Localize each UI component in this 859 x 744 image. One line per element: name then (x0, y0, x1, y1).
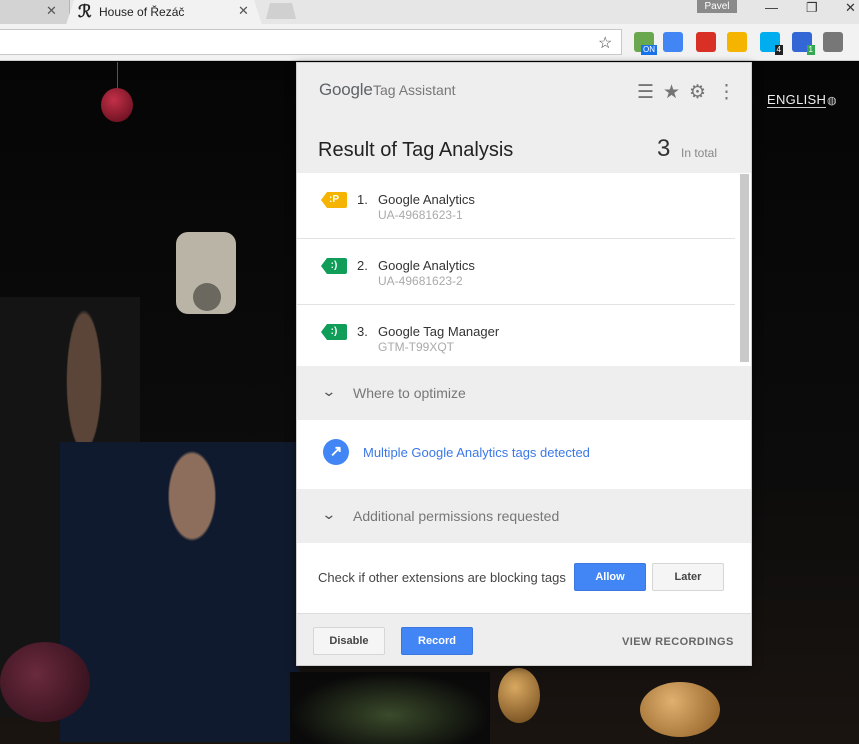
tag-status-icon: :) (321, 324, 347, 340)
tag-assistant-popup: Google Tag Assistant ☰ ★ ⚙ ⋮ Result of T… (296, 62, 752, 666)
extension-badge: 1 (806, 45, 815, 55)
popup-header: Google Tag Assistant ☰ ★ ⚙ ⋮ Result of T… (297, 63, 751, 173)
disable-button[interactable]: Disable (313, 627, 385, 655)
gear-icon[interactable]: ⚙ (689, 81, 706, 104)
tab-previous[interactable]: ✕ (0, 0, 70, 24)
tag-id: UA-49681623-1 (378, 208, 463, 222)
extension-badge: ON (641, 45, 657, 55)
tab-house-of-rezac[interactable]: ℛ House of Řezáč ✕ (66, 0, 262, 25)
restore-icon[interactable]: ❐ (806, 0, 818, 16)
new-tab-button[interactable] (266, 3, 296, 19)
pomegranate-image (101, 88, 133, 122)
window-close-icon[interactable]: ✕ (845, 0, 856, 16)
tag-name: Google Analytics (378, 192, 475, 207)
tag-list-scrollbar[interactable] (740, 174, 749, 362)
product-name: Tag Assistant (373, 82, 456, 98)
tag-name: Google Tag Manager (378, 324, 500, 339)
telephone-dial-image (193, 283, 221, 311)
tag-number: 2. (357, 258, 368, 273)
permissions-item: Check if other extensions are blocking t… (297, 543, 751, 613)
later-button[interactable]: Later (652, 563, 724, 591)
filter-icon[interactable]: ☰ (637, 81, 654, 104)
browser-toolbar: ☆ ON 4 1 (0, 24, 859, 61)
optimize-item: ↗ Multiple Google Analytics tags detecte… (297, 420, 751, 488)
code-extension-icon[interactable]: 1 (792, 32, 815, 55)
tag-row[interactable]: :P 1. Google Analytics UA-49681623-1 (297, 173, 735, 239)
translate-extension-icon[interactable] (663, 32, 683, 52)
minimize-icon[interactable]: — (765, 0, 778, 15)
person-center-image (60, 442, 300, 742)
view-recordings-link[interactable]: VIEW RECORDINGS (622, 636, 734, 648)
chevron-down-icon: ⌄ (321, 506, 337, 522)
tag-row[interactable]: :) 2. Google Analytics UA-49681623-2 (297, 239, 735, 305)
profile-badge[interactable]: Pavel (697, 0, 737, 13)
eye-extension-icon[interactable]: ON (634, 32, 657, 55)
google-logo: Google (319, 80, 373, 99)
extension-badge: 4 (774, 45, 783, 55)
optimize-link[interactable]: Multiple Google Analytics tags detected (363, 445, 590, 460)
greens-image (290, 672, 490, 744)
tag-number: 3. (357, 324, 368, 339)
language-link[interactable]: ENGLISH (767, 92, 827, 108)
flag-extension-icon[interactable] (696, 32, 716, 52)
result-title: Result of Tag Analysis (318, 139, 514, 161)
tag-number: 1. (357, 192, 368, 207)
tag-name: Google Analytics (378, 258, 475, 273)
record-button[interactable]: Record (401, 627, 473, 655)
tag-id: GTM-T99XQT (378, 340, 455, 354)
bookmark-star-icon[interactable]: ☆ (598, 33, 612, 53)
more-vert-icon[interactable]: ⋮ (717, 81, 736, 104)
tab-close-icon[interactable]: ✕ (238, 3, 249, 19)
section-label: Where to optimize (353, 385, 466, 401)
tag-id: UA-49681623-2 (378, 274, 463, 288)
allow-button[interactable]: Allow (574, 563, 646, 591)
section-label: Additional permissions requested (353, 508, 560, 524)
star-icon[interactable]: ★ (663, 81, 680, 104)
tag-list: :P 1. Google Analytics UA-49681623-1 :) … (297, 173, 751, 365)
tab-strip: ✕ ℛ House of Řezáč ✕ Pavel — ❐ ✕ (0, 0, 859, 25)
tag-status-icon: :P (321, 192, 347, 208)
site-favicon-icon: ℛ (78, 2, 92, 21)
address-bar[interactable]: ☆ (0, 29, 622, 55)
tag-status-icon: :) (321, 258, 347, 274)
tag-assistant-extension-icon[interactable] (727, 32, 747, 52)
total-count: 3 (657, 135, 671, 162)
arrow-circle-icon: ↗ (323, 439, 349, 465)
tab-close-icon[interactable]: ✕ (46, 3, 57, 19)
cabbage-image (0, 642, 90, 722)
chevron-down-icon: ⌄ (321, 383, 337, 399)
tab-title: House of Řezáč (99, 5, 185, 19)
globe-icon: ◍ (827, 95, 837, 107)
ghostery-extension-icon[interactable]: 4 (760, 32, 783, 55)
permissions-text: Check if other extensions are blocking t… (318, 570, 566, 585)
hanging-string (117, 62, 118, 90)
optimize-section-header[interactable]: ⌄ Where to optimize (297, 366, 751, 420)
popup-footer: Disable Record VIEW RECORDINGS (297, 613, 751, 665)
puzzle-extension-icon[interactable] (823, 32, 843, 52)
total-label: In total (681, 146, 718, 160)
squash-small-image (498, 668, 540, 723)
tag-row[interactable]: :) 3. Google Tag Manager GTM-T99XQT (297, 305, 735, 371)
permissions-section-header[interactable]: ⌄ Additional permissions requested (297, 489, 751, 543)
squash-image (640, 682, 720, 737)
